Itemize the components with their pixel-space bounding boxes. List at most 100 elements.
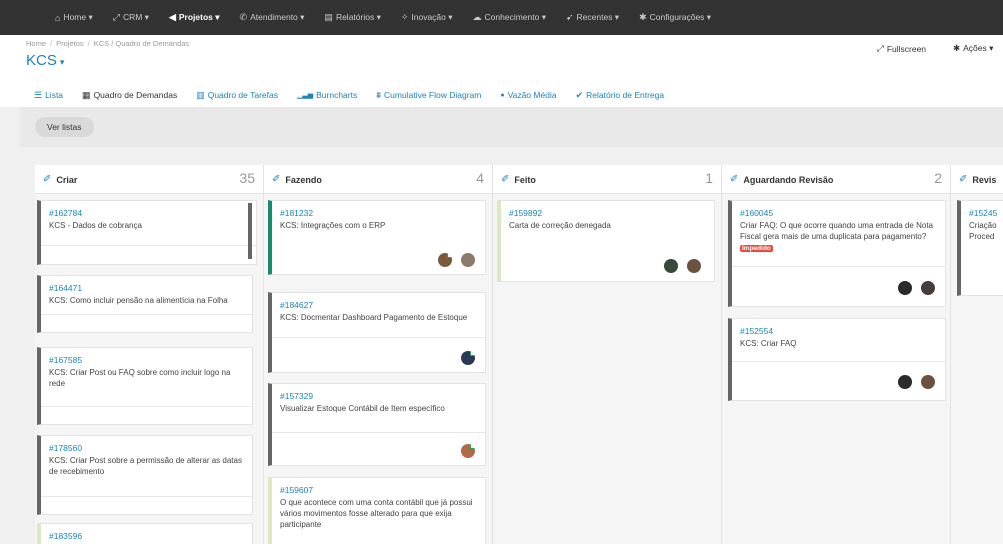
avatar[interactable] <box>898 375 912 389</box>
card-id[interactable]: #181232 <box>280 208 313 218</box>
pin-icon: ✐ <box>272 174 281 185</box>
avatar[interactable] <box>687 259 701 273</box>
avatar[interactable] <box>461 253 475 267</box>
breadcrumb-current: KCS / Quadro de Demandas <box>93 39 190 48</box>
avatar[interactable] <box>921 281 935 295</box>
nav-relatorios[interactable]: ▤ Relatórios ▾ <box>324 12 380 23</box>
nav-home[interactable]: ⌂ Home ▾ <box>55 12 93 23</box>
report-icon: ▤ <box>324 12 333 22</box>
tab-cfd[interactable]: ⩩ Cumulative Flow Diagram <box>376 90 481 101</box>
nav-conhecimento[interactable]: ☁ Conhecimento ▾ <box>473 12 546 23</box>
pin-icon: ✐ <box>959 174 968 185</box>
table-icon: ▥ <box>196 89 205 100</box>
fullscreen-button[interactable]: ⤢ Fullscreen <box>877 43 926 54</box>
lightbulb-icon: ✧ <box>400 12 409 22</box>
card-id[interactable]: #178560 <box>49 443 82 453</box>
fullscreen-label: Fullscreen <box>886 43 927 54</box>
demand-card[interactable]: #164471 KCS: Como incluir pensão na alim… <box>37 275 253 333</box>
card-text: KCS: Integrações com o ERP <box>280 221 386 230</box>
demand-card[interactable]: #159607 O que acontece com uma conta con… <box>268 477 486 544</box>
tab-relatorio-entrega[interactable]: ✔ Relatório de Entrega <box>576 90 665 101</box>
column-title: ✐ Criar <box>43 174 77 185</box>
column-revisao: ✐ Revis #15245 Criação Proced <box>951 165 1003 544</box>
breadcrumb-home[interactable]: Home <box>26 39 46 48</box>
demand-card[interactable]: #184627 KCS: Docmentar Dashboard Pagamen… <box>268 292 486 373</box>
card-text: Carta de correção denegada <box>509 221 611 230</box>
avatar[interactable] <box>664 259 678 273</box>
breadcrumb-separator: / <box>50 39 53 48</box>
column-aguardando-revisao: ✐ Aguardando Revisão 2 #160045 Criar FAQ:… <box>722 165 951 544</box>
column-header: ✐ Revis <box>951 165 1003 194</box>
grid-icon: ▦ <box>82 89 91 100</box>
expand-icon: ⤢ <box>877 43 884 53</box>
demand-card[interactable]: #167585 KCS: Criar Post ou FAQ sobre com… <box>37 347 253 425</box>
nav-label: Recentes ▾ <box>576 12 620 22</box>
demand-card[interactable]: #159892 Carta de correção denegada <box>497 200 715 282</box>
avatar[interactable] <box>461 351 475 365</box>
card-id[interactable]: #15245 <box>969 208 997 218</box>
nav-label: Projetos ▾ <box>178 12 220 22</box>
avatar[interactable] <box>461 444 475 458</box>
card-id[interactable]: #159892 <box>509 208 542 218</box>
avatar[interactable] <box>921 375 935 389</box>
tab-quadro-demandas[interactable]: ▦ Quadro de Demandas <box>82 90 177 101</box>
card-id[interactable]: #152554 <box>740 326 773 336</box>
column-title: ✐ Feito <box>501 174 536 185</box>
demand-card[interactable]: #178560 KCS: Criar Post sobre a permissã… <box>37 435 253 515</box>
nav-recentes[interactable]: ➹ Recentes ▾ <box>566 12 619 23</box>
page-title-text: KCS <box>26 52 57 69</box>
demand-card[interactable]: #152554 KCS: Criar FAQ <box>728 318 946 401</box>
ver-listas-button[interactable]: Ver listas <box>35 117 94 137</box>
impedido-badge: Impedido <box>740 245 773 252</box>
nav-projetos[interactable]: ◀ Projetos ▾ <box>169 12 220 23</box>
card-id[interactable]: #160045 <box>740 208 773 218</box>
column-criar: ✐ Criar 35 #162784 KCS - Dados de cobranç… <box>35 165 264 544</box>
list-icon: ☰ <box>34 89 43 100</box>
tab-label: Quadro de Tarefas <box>207 90 278 100</box>
card-id[interactable]: #164471 <box>49 283 82 293</box>
page-title[interactable]: KCS ▾ <box>26 52 64 69</box>
demand-card[interactable]: #183596 <box>37 523 253 544</box>
tab-vazao-media[interactable]: ● Vazão Média <box>500 90 556 100</box>
demand-card[interactable]: #15245 Criação Proced <box>957 200 1003 296</box>
nav-inovacao[interactable]: ✧ Inovação ▾ <box>401 12 453 23</box>
tab-burncharts[interactable]: ▁▃▅ Burncharts <box>297 90 357 100</box>
phone-icon: ✆ <box>239 12 248 22</box>
tab-label: Burncharts <box>316 90 358 100</box>
column-count: 2 <box>934 170 942 186</box>
card-text: KCS: Criar Post sobre a permissão de alt… <box>49 456 242 476</box>
card-id[interactable]: #183596 <box>49 531 82 541</box>
card-divider <box>732 266 945 267</box>
acoes-button[interactable]: ✱ Ações ▾ <box>953 43 993 54</box>
card-divider <box>41 496 252 497</box>
breadcrumb-projetos[interactable]: Projetos <box>56 39 84 48</box>
card-id[interactable]: #184627 <box>280 300 313 310</box>
pin-icon: ✐ <box>730 174 739 185</box>
card-text: Criação Proced <box>969 221 997 241</box>
status-mark <box>470 351 475 356</box>
card-id[interactable]: #157329 <box>280 391 313 401</box>
demand-card[interactable]: #162784 KCS - Dados de cobrança <box>37 200 257 265</box>
card-id[interactable]: #159607 <box>280 485 313 495</box>
nav-crm[interactable]: ⤢ CRM ▾ <box>113 12 149 23</box>
column-title: ✐ Aguardando Revisão <box>730 174 833 185</box>
card-id[interactable]: #167585 <box>49 355 82 365</box>
pin-icon: ✐ <box>501 174 510 185</box>
nav-label: CRM ▾ <box>122 12 149 22</box>
acoes-label: Ações ▾ <box>963 43 994 53</box>
demand-card[interactable]: #160045 Criar FAQ: O que ocorre quando u… <box>728 200 946 307</box>
column-header: ✐ Criar 35 <box>35 165 263 194</box>
demand-card[interactable]: #157329 Visualizar Estoque Contábil de I… <box>268 383 486 466</box>
breadcrumb: Home / Projetos / KCS / Quadro de Demandas <box>26 39 189 48</box>
avatar[interactable] <box>438 253 452 267</box>
nav-atendimento[interactable]: ✆ Atendimento ▾ <box>240 12 305 23</box>
demand-card[interactable]: #181232 KCS: Integrações com o ERP <box>268 200 486 275</box>
column-header: ✐ Feito 1 <box>493 165 721 194</box>
tab-lista[interactable]: ☰ Lista <box>34 90 63 101</box>
chart-icon: ⤢ <box>112 12 120 22</box>
card-id[interactable]: #162784 <box>49 208 82 218</box>
tab-label: Vazão Média <box>507 90 557 100</box>
nav-configuracoes[interactable]: ✱ Configurações ▾ <box>639 12 711 23</box>
avatar[interactable] <box>898 281 912 295</box>
tab-quadro-tarefas[interactable]: ▥ Quadro de Tarefas <box>196 90 278 101</box>
